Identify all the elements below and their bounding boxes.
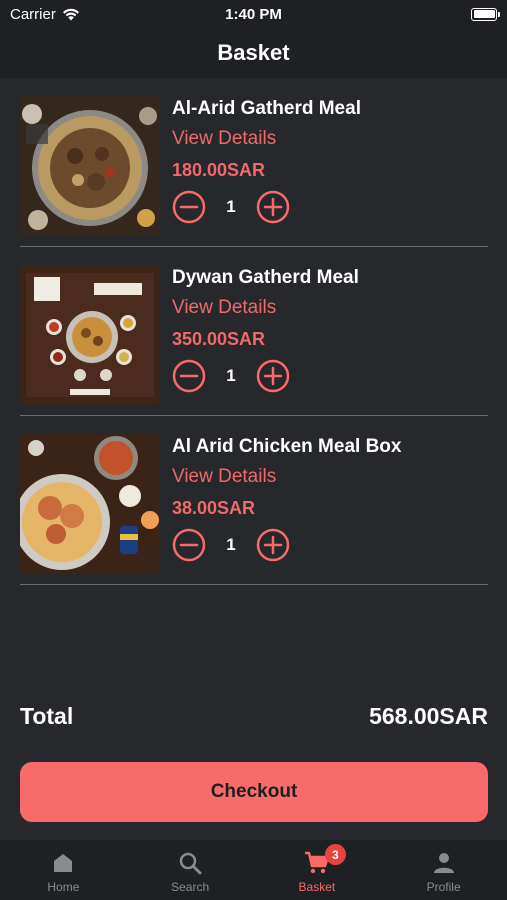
item-price: 350.00SAR — [172, 329, 266, 349]
quantity-stepper: 1 — [172, 190, 361, 224]
basket-item: Al-Arid Gatherd Meal View Details 180.00… — [20, 78, 488, 247]
tab-label: Search — [171, 880, 210, 894]
status-left: Carrier — [10, 6, 80, 23]
tab-label: Home — [47, 880, 80, 894]
tab-label: Basket — [298, 880, 336, 894]
home-icon — [54, 854, 73, 872]
quantity-stepper: 1 — [172, 359, 359, 393]
basket-item: Al Arid Chicken Meal Box View Details 38… — [20, 416, 488, 585]
quantity-stepper: 1 — [172, 528, 401, 562]
carrier-label: Carrier — [10, 5, 56, 23]
tab-home[interactable]: Home — [0, 840, 127, 900]
plus-circle-icon[interactable] — [256, 528, 290, 562]
tab-basket[interactable]: 3 Basket — [254, 840, 381, 900]
tab-profile[interactable]: Profile — [380, 840, 507, 900]
item-image[interactable] — [20, 265, 160, 405]
item-name: Al-Arid Gatherd Meal — [172, 98, 361, 119]
tab-bar: Home Search 3 Basket Profile — [0, 840, 507, 900]
quantity-value: 1 — [226, 535, 236, 554]
battery-icon — [471, 7, 500, 21]
person-icon — [433, 853, 454, 873]
item-info: Dywan Gatherd Meal View Details 350.00SA… — [172, 265, 359, 393]
wifi-icon — [62, 8, 79, 20]
item-price: 38.00SAR — [172, 498, 256, 518]
minus-circle-icon[interactable] — [172, 359, 206, 393]
nav-header: Basket — [0, 28, 507, 78]
minus-circle-icon[interactable] — [172, 528, 206, 562]
basket-list: Al-Arid Gatherd Meal View Details 180.00… — [20, 78, 488, 585]
quantity-value: 1 — [226, 197, 236, 216]
view-details-link[interactable]: View Details — [172, 466, 401, 490]
total-value: 568.00SAR — [369, 703, 488, 729]
item-image[interactable] — [20, 434, 160, 574]
view-details-link[interactable]: View Details — [172, 128, 361, 152]
item-image[interactable] — [20, 96, 160, 236]
plus-circle-icon[interactable] — [256, 359, 290, 393]
item-name: Dywan Gatherd Meal — [172, 267, 359, 288]
status-bar: Carrier 1:40 PM — [0, 0, 507, 28]
total-label: Total — [20, 703, 74, 729]
item-info: Al Arid Chicken Meal Box View Details 38… — [172, 434, 401, 562]
basket-item: Dywan Gatherd Meal View Details 350.00SA… — [20, 247, 488, 416]
cart-icon-wrap: 3 — [304, 844, 346, 876]
item-price: 180.00SAR — [172, 160, 266, 180]
tab-search[interactable]: Search — [127, 840, 254, 900]
plus-circle-icon[interactable] — [256, 190, 290, 224]
tab-label: Profile — [426, 880, 461, 894]
search-icon — [179, 852, 202, 875]
page-title: Basket — [217, 40, 290, 65]
item-info: Al-Arid Gatherd Meal View Details 180.00… — [172, 96, 361, 224]
total-row: Total 568.00SAR — [20, 703, 488, 730]
minus-circle-icon[interactable] — [172, 190, 206, 224]
cart-badge: 3 — [324, 844, 346, 865]
item-name: Al Arid Chicken Meal Box — [172, 436, 402, 457]
view-details-link[interactable]: View Details — [172, 297, 359, 321]
quantity-value: 1 — [226, 366, 236, 385]
checkout-button[interactable]: Checkout — [20, 762, 488, 822]
